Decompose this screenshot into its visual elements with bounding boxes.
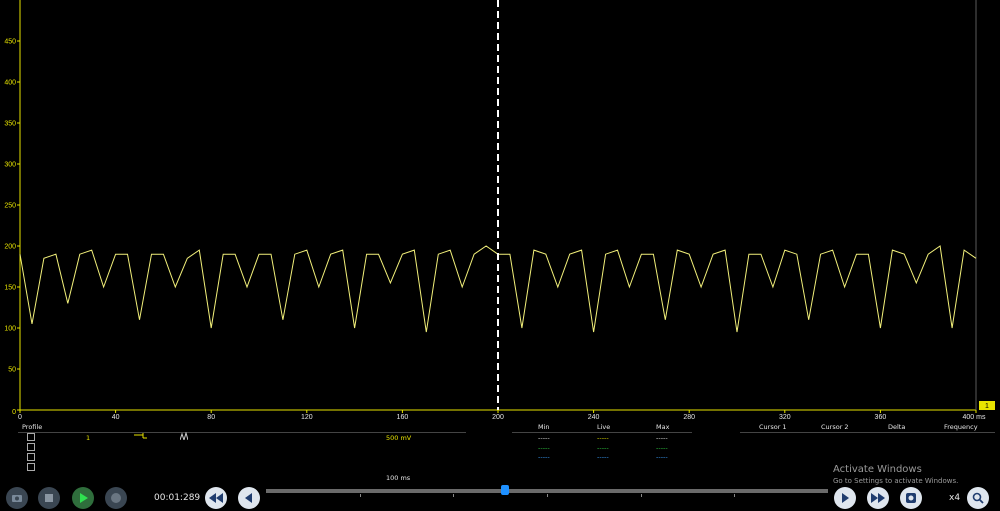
fast-forward-button[interactable] bbox=[867, 487, 889, 509]
playback-time: 00:01:289 bbox=[154, 493, 201, 503]
cursor2-header: Cursor 2 bbox=[821, 423, 849, 431]
max-header: Max bbox=[656, 423, 670, 431]
play-icon bbox=[80, 493, 88, 503]
timeline-tick bbox=[640, 494, 642, 497]
playback-speed[interactable]: x4 bbox=[949, 493, 960, 503]
activation-watermark-subtitle: Go to Settings to activate Windows. bbox=[833, 477, 959, 485]
y-tick-label: 300 bbox=[4, 162, 16, 169]
rewind-icon bbox=[209, 493, 223, 503]
play-button[interactable] bbox=[72, 487, 94, 509]
y-tick-label: 0 bbox=[12, 409, 16, 416]
zoom-button[interactable] bbox=[967, 487, 989, 509]
rewind-button[interactable] bbox=[205, 487, 227, 509]
side-control-stack bbox=[27, 433, 35, 471]
x-tick-label: 160 bbox=[397, 414, 409, 420]
timeline-thumb[interactable] bbox=[500, 485, 509, 495]
trigger-icon[interactable] bbox=[179, 431, 189, 442]
y-tick-label: 450 bbox=[4, 39, 16, 46]
timeline-tick bbox=[547, 494, 548, 497]
zoom-icon bbox=[972, 492, 984, 504]
probe-icon[interactable] bbox=[133, 432, 149, 442]
min-header: Min bbox=[538, 423, 550, 431]
record-button[interactable] bbox=[105, 487, 127, 509]
y-tick-label: 250 bbox=[4, 203, 16, 210]
x-tick-label: 240 bbox=[588, 414, 600, 420]
y-tick-label: 350 bbox=[4, 121, 16, 128]
y-tick-label: 200 bbox=[4, 244, 16, 251]
y-tick-label: 50 bbox=[8, 367, 16, 374]
activation-watermark-title: Activate Windows bbox=[833, 464, 922, 475]
x-tick-label: 80 bbox=[207, 414, 215, 420]
channel-toggle-icon[interactable] bbox=[27, 433, 35, 441]
cursor1-header: Cursor 1 bbox=[759, 423, 787, 431]
capture-settings-button[interactable] bbox=[900, 487, 922, 509]
min-value-3: ----- bbox=[538, 453, 550, 461]
camera-icon bbox=[12, 495, 22, 502]
frequency-header: Frequency bbox=[944, 423, 978, 431]
cursor-divider bbox=[740, 432, 995, 433]
live-value-1: ----- bbox=[597, 434, 609, 442]
timeline-tick bbox=[359, 494, 361, 497]
step-back-icon bbox=[245, 493, 252, 503]
channel-number: 1 bbox=[86, 434, 91, 442]
y-tick-label: 400 bbox=[4, 80, 16, 87]
min-value-2: ----- bbox=[538, 444, 550, 452]
channel-scale[interactable]: 500 mV bbox=[386, 434, 411, 442]
max-value-1: ----- bbox=[656, 434, 668, 442]
x-tick-label: 200 bbox=[492, 414, 504, 420]
x-tick-label: 120 bbox=[301, 414, 313, 420]
timeline-tick bbox=[453, 494, 455, 497]
timeline-tick bbox=[734, 494, 736, 497]
live-header: Live bbox=[597, 423, 611, 431]
scope-background bbox=[0, 0, 1000, 420]
step-back-button[interactable] bbox=[238, 487, 260, 509]
playback-timeline[interactable] bbox=[266, 489, 828, 493]
scope-display[interactable]: 50 100 150 200 250 300 350 400 450 0 0 40 80 120 160 2… bbox=[0, 0, 1000, 420]
x-tick-label: 40 bbox=[112, 414, 120, 420]
fast-forward-icon bbox=[871, 493, 885, 503]
record-icon bbox=[111, 493, 121, 503]
profile-header: Profile bbox=[22, 423, 43, 431]
y-tick-label: 100 bbox=[4, 326, 16, 333]
timebase-value[interactable]: 100 ms bbox=[386, 474, 410, 482]
x-tick-label: 0 bbox=[18, 414, 22, 420]
x-tick-label: 400 ms bbox=[963, 414, 986, 420]
channel-marker-label: 1 bbox=[985, 403, 989, 410]
channel-toggle-icon[interactable] bbox=[27, 463, 35, 471]
step-forward-icon bbox=[842, 493, 849, 503]
step-forward-button[interactable] bbox=[834, 487, 856, 509]
measure-divider bbox=[512, 432, 692, 433]
max-value-3: ----- bbox=[656, 453, 668, 461]
channel-toggle-icon[interactable] bbox=[27, 453, 35, 461]
delta-header: Delta bbox=[888, 423, 906, 431]
min-value-1: ----- bbox=[538, 434, 550, 442]
max-value-2: ----- bbox=[656, 444, 668, 452]
live-value-3: ----- bbox=[597, 453, 609, 461]
channel-toggle-icon[interactable] bbox=[27, 443, 35, 451]
stop-icon bbox=[45, 494, 53, 502]
y-tick-label: 150 bbox=[4, 285, 16, 292]
live-value-2: ----- bbox=[597, 444, 609, 452]
capture-settings-icon bbox=[906, 493, 916, 503]
x-tick-label: 360 bbox=[875, 414, 887, 420]
profile-divider bbox=[18, 432, 466, 433]
x-tick-label: 320 bbox=[779, 414, 791, 420]
x-tick-label: 280 bbox=[683, 414, 695, 420]
stop-button[interactable] bbox=[38, 487, 60, 509]
camera-button[interactable] bbox=[6, 487, 28, 509]
